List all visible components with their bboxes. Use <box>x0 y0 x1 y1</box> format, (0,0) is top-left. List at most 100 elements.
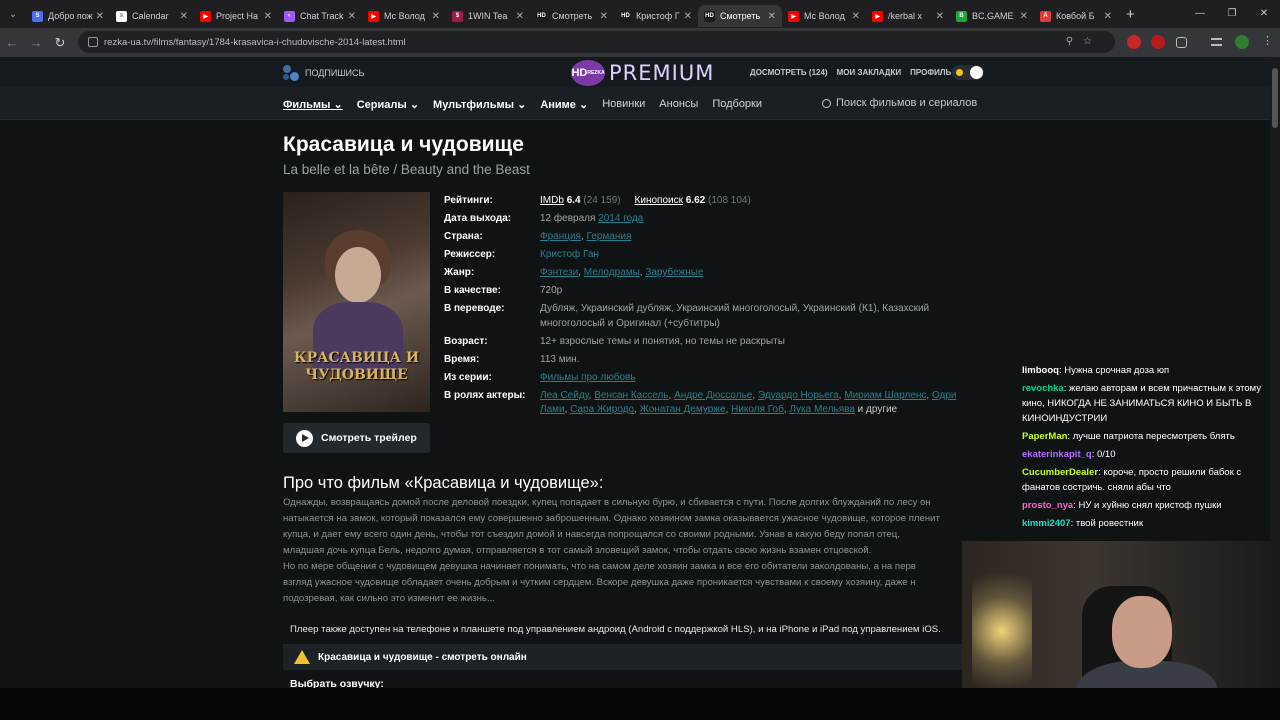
kinopoisk-link[interactable]: Кинопоиск <box>635 195 683 206</box>
extension-icon[interactable] <box>1127 35 1141 49</box>
close-tab-icon[interactable]: ✕ <box>600 11 608 22</box>
director-link[interactable]: Кристоф Ган <box>540 249 599 260</box>
movie-poster[interactable]: КРАСАВИЦА И ЧУДОВИЩЕ <box>283 192 430 412</box>
close-tab-icon[interactable]: ✕ <box>852 11 860 22</box>
browser-tab[interactable]: A Ковбой Б ✕ <box>1034 5 1118 27</box>
close-tab-icon[interactable]: ✕ <box>180 11 188 22</box>
new-tab-button[interactable]: + <box>1126 6 1135 23</box>
media-icon[interactable] <box>1211 38 1222 46</box>
warning-icon <box>294 650 310 664</box>
bookmarks-link[interactable]: МОИ ЗАКЛАДКИ <box>837 68 902 77</box>
play-icon <box>296 429 313 447</box>
browser-tab[interactable]: HD Кристоф Г ✕ <box>614 5 698 27</box>
chat-message: PaperMan: лучше патриота пересмотреть бл… <box>1022 431 1235 442</box>
actor-link[interactable]: Андре Дюссолье <box>674 390 752 401</box>
site-search[interactable]: Поиск фильмов и сериалов <box>822 97 977 109</box>
tab-favicon-icon: A <box>1040 10 1051 22</box>
browser-tab[interactable]: HD Смотреть ✕ <box>698 5 782 27</box>
actor-link[interactable]: Лука Мельява <box>789 404 855 415</box>
site-top-strip: ПОДПИШИСЬ HD REZKA PREMIUM ДОСМОТРЕТЬ (12… <box>0 57 1270 87</box>
browser-tab[interactable]: HD Смотреть ✕ <box>530 5 614 27</box>
extension-icon[interactable] <box>1151 35 1165 49</box>
browser-tab[interactable]: ▶ Мс Волод ✕ <box>782 5 866 27</box>
subscribe-link[interactable]: ПОДПИШИСЬ <box>283 65 364 81</box>
tab-favicon-icon: HD <box>536 10 547 22</box>
close-tab-icon[interactable]: ✕ <box>432 11 440 22</box>
extensions-puzzle-icon[interactable] <box>1176 37 1187 48</box>
poster-title-text: КРАСАВИЦА И ЧУДОВИЩЕ <box>293 350 420 383</box>
continue-watching-link[interactable]: ДОСМОТРЕТЬ (124) <box>750 68 828 77</box>
actor-link[interactable]: Эдуардо Норьега <box>758 390 839 401</box>
actor-link[interactable]: Венсан Кассель <box>594 390 668 401</box>
nav-cartoons[interactable]: Мультфильмы ⌄ <box>433 98 526 111</box>
reload-icon[interactable]: ↻ <box>48 35 72 51</box>
close-tab-icon[interactable]: ✕ <box>348 11 356 22</box>
genre-link[interactable]: Фэнтези <box>540 267 578 278</box>
nav-series[interactable]: Сериалы ⌄ <box>357 98 419 111</box>
actor-link[interactable]: Сара Жиродо <box>570 404 634 415</box>
close-tab-icon[interactable]: ✕ <box>936 11 944 22</box>
window-controls: — ❐ ✕ <box>1184 0 1280 28</box>
movie-description: Однажды, возвращаясь домой после деловой… <box>283 495 983 607</box>
minimize-icon[interactable]: — <box>1184 0 1216 28</box>
imdb-link[interactable]: IMDb <box>540 195 564 206</box>
forward-icon[interactable]: → <box>24 35 48 50</box>
actors-list: Леа Сейду, Венсан Кассель, Андре Дюссоль… <box>540 389 957 416</box>
profile-avatar[interactable] <box>1235 35 1249 49</box>
actor-link[interactable]: Николя Гоб <box>731 404 784 415</box>
browser-tab[interactable]: ≡ Calendar ✕ <box>110 5 194 27</box>
genre-link[interactable]: Зарубежные <box>645 267 703 278</box>
browser-menu-icon[interactable]: ⋮ <box>1262 34 1276 48</box>
genre-link[interactable]: Мелодрамы <box>584 267 640 278</box>
actor-link[interactable]: Леа Сейду <box>540 390 589 401</box>
nav-anime[interactable]: Аниме ⌄ <box>540 98 588 111</box>
browser-tab[interactable]: ▶ Мс Волод ✕ <box>362 5 446 27</box>
actor-link[interactable]: Мириам Шарленс <box>844 390 926 401</box>
watch-trailer-button[interactable]: Смотреть трейлер <box>283 423 430 453</box>
actor-link[interactable]: Жонатан Демурже <box>640 404 726 415</box>
site-info-icon[interactable] <box>88 37 98 47</box>
close-tab-icon[interactable]: ✕ <box>684 11 692 22</box>
close-tab-icon[interactable]: ✕ <box>1020 11 1028 22</box>
country-link[interactable]: Германия <box>587 231 632 242</box>
close-window-icon[interactable]: ✕ <box>1248 0 1280 28</box>
browser-tab[interactable]: ▶ Project Ha ✕ <box>194 5 278 27</box>
chat-message: kimmi2407: твой ровестник <box>1022 518 1143 529</box>
tab-search-icon[interactable]: ⌄ <box>0 9 26 20</box>
series-link[interactable]: Фильмы про любовь <box>540 372 636 383</box>
tab-title: Project Ha <box>216 11 259 21</box>
site-logo[interactable]: HD REZKA PREMIUM <box>571 59 714 87</box>
watch-online-bar[interactable]: Красавица и чудовище - смотреть онлайн <box>283 644 973 670</box>
country-link[interactable]: Франция <box>540 231 581 242</box>
nav-announcements[interactable]: Анонсы <box>659 98 698 111</box>
browser-tab[interactable]: S Добро пож ✕ <box>26 5 110 27</box>
browser-tab[interactable]: $1WIN Tea ✕ <box>446 5 530 27</box>
nav-collections[interactable]: Подборки <box>712 98 762 111</box>
close-tab-icon[interactable]: ✕ <box>264 11 272 22</box>
nav-films[interactable]: Фильмы ⌄ <box>283 98 343 111</box>
browser-tab[interactable]: ◐ Chat Track ✕ <box>278 5 362 27</box>
chat-text: 0/10 <box>1096 449 1116 460</box>
info-row-time: Время: 113 мин. <box>444 353 580 365</box>
theme-toggle[interactable] <box>952 65 984 80</box>
close-tab-icon[interactable]: ✕ <box>516 11 524 22</box>
tab-favicon-icon: ▶ <box>368 10 379 22</box>
address-toolbar: ← → ↻ rezka-ua.tv/films/fantasy/1784-kra… <box>0 28 1280 57</box>
zoom-bookmark-icons[interactable]: ⚲☆ <box>1066 36 1102 47</box>
maximize-icon[interactable]: ❐ <box>1216 0 1248 28</box>
close-tab-icon[interactable]: ✕ <box>1104 11 1112 22</box>
close-tab-icon[interactable]: ✕ <box>768 11 776 22</box>
browser-tab[interactable]: B BC.GAME ✕ <box>950 5 1034 27</box>
info-row-ratings: Рейтинги: IMDb 6.4 (24 159) Кинопоиск 6.… <box>444 195 751 206</box>
chat-message: CucumberDealer: короче, просто решили ба… <box>1022 467 1242 493</box>
release-year-link[interactable]: 2014 года <box>598 213 643 224</box>
close-tab-icon[interactable]: ✕ <box>96 11 104 22</box>
chat-username: kimmi2407 <box>1022 518 1071 529</box>
browser-tab[interactable]: ▶ /kerbal x ✕ <box>866 5 950 27</box>
tab-favicon-icon: ▶ <box>872 10 883 22</box>
url-field[interactable]: rezka-ua.tv/films/fantasy/1784-krasavica… <box>78 31 1115 53</box>
back-icon[interactable]: ← <box>0 35 24 50</box>
actors-more: и другие <box>857 404 898 415</box>
nav-new[interactable]: Новинки <box>602 98 645 111</box>
profile-link[interactable]: ПРОФИЛЬ <box>910 68 951 77</box>
